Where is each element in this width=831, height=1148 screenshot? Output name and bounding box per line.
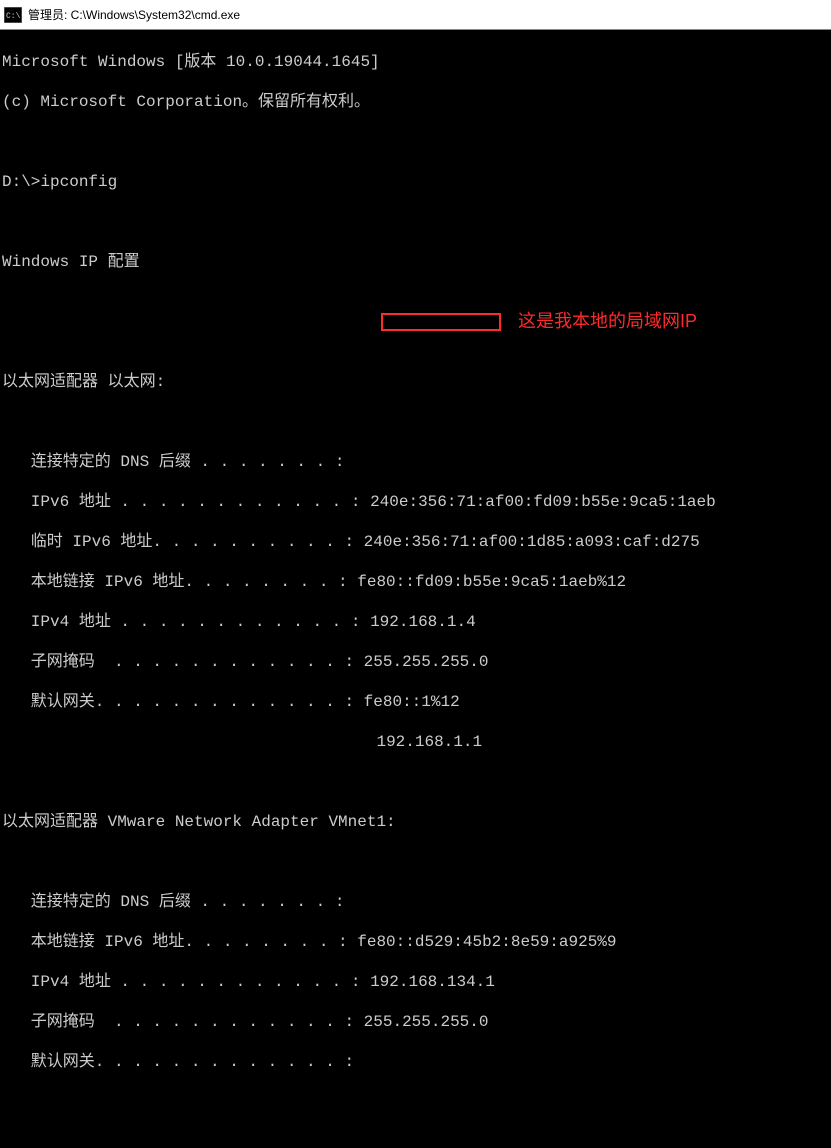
ipv4-value: 192.168.134.1 [370,973,495,991]
command: ipconfig [40,173,117,191]
gateway-value2: 192.168.1.1 [376,733,482,751]
ipv6-value: 240e:356:71:af00:fd09:b55e:9ca5:1aeb [370,493,716,511]
blank-line [2,212,829,232]
copyright-line: (c) Microsoft Corporation。保留所有权利。 [2,92,829,112]
prompt: D:\> [2,173,40,191]
link-ipv6-value: fe80::d529:45b2:8e59:a925%9 [357,933,616,951]
adapter1-ipv6-row: IPv6 地址 . . . . . . . . . . . . : 240e:3… [2,492,829,512]
link-ipv6-label: 本地链接 IPv6 地址. . . . . . . . : [2,933,357,951]
ipv4-highlight-box [381,313,501,331]
blank-line [2,852,829,872]
window-title: 管理员: C:\Windows\System32\cmd.exe [28,6,240,23]
adapter1-dns-suffix: 连接特定的 DNS 后缀 . . . . . . . : [2,452,829,472]
adapter1-gateway-row: 默认网关. . . . . . . . . . . . . : fe80::1%… [2,692,829,712]
subnet-label: 子网掩码 . . . . . . . . . . . . : [2,1013,364,1031]
temp-ipv6-label: 临时 IPv6 地址. . . . . . . . . . : [2,533,364,551]
svg-text:C:\: C:\ [6,12,21,21]
subnet-label: 子网掩码 . . . . . . . . . . . . : [2,653,364,671]
adapter1-temp-ipv6-row: 临时 IPv6 地址. . . . . . . . . . : 240e:356… [2,532,829,552]
terminal-output[interactable]: Microsoft Windows [版本 10.0.19044.1645] (… [0,30,831,1148]
blank-line [2,292,829,312]
adapter2-gateway-row: 默认网关. . . . . . . . . . . . . : [2,1052,829,1072]
cmd-icon: C:\ [4,7,22,23]
subnet-value: 255.255.255.0 [364,653,489,671]
ipconfig-header: Windows IP 配置 [2,252,829,272]
temp-ipv6-value: 240e:356:71:af00:1d85:a093:caf:d275 [364,533,700,551]
blank-line [2,412,829,432]
adapter1-header: 以太网适配器 以太网: [2,372,829,392]
gateway-label: 默认网关. . . . . . . . . . . . . : [2,693,364,711]
adapter1-subnet-row: 子网掩码 . . . . . . . . . . . . : 255.255.2… [2,652,829,672]
blank-line [2,772,829,792]
adapter2-link-ipv6-row: 本地链接 IPv6 地址. . . . . . . . : fe80::d529… [2,932,829,952]
adapter2-subnet-row: 子网掩码 . . . . . . . . . . . . : 255.255.2… [2,1012,829,1032]
annotation-text: 这是我本地的局域网IP [518,311,697,331]
version-line: Microsoft Windows [版本 10.0.19044.1645] [2,52,829,72]
ipv4-value: 192.168.1.4 [370,613,476,631]
adapter2-header: 以太网适配器 VMware Network Adapter VMnet1: [2,812,829,832]
gateway-pad [2,733,376,751]
adapter1-gateway-row2: 192.168.1.1 [2,732,829,752]
adapter2-ipv4-row: IPv4 地址 . . . . . . . . . . . . : 192.16… [2,972,829,992]
ipv4-label: IPv4 地址 . . . . . . . . . . . . : [2,613,370,631]
adapter1-ipv4-row: IPv4 地址 . . . . . . . . . . . . : 192.16… [2,612,829,632]
link-ipv6-value: fe80::fd09:b55e:9ca5:1aeb%12 [357,573,626,591]
subnet-value: 255.255.255.0 [364,1013,489,1031]
ipv6-label: IPv6 地址 . . . . . . . . . . . . : [2,493,370,511]
prompt-line: D:\>ipconfig [2,172,829,192]
link-ipv6-label: 本地链接 IPv6 地址. . . . . . . . : [2,573,357,591]
adapter1-link-ipv6-row: 本地链接 IPv6 地址. . . . . . . . : fe80::fd09… [2,572,829,592]
adapter2-dns-suffix: 连接特定的 DNS 后缀 . . . . . . . : [2,892,829,912]
blank-line [2,332,829,352]
ipv4-label: IPv4 地址 . . . . . . . . . . . . : [2,973,370,991]
titlebar[interactable]: C:\ 管理员: C:\Windows\System32\cmd.exe [0,0,831,30]
blank-line [2,132,829,152]
gateway-value1: fe80::1%12 [364,693,460,711]
